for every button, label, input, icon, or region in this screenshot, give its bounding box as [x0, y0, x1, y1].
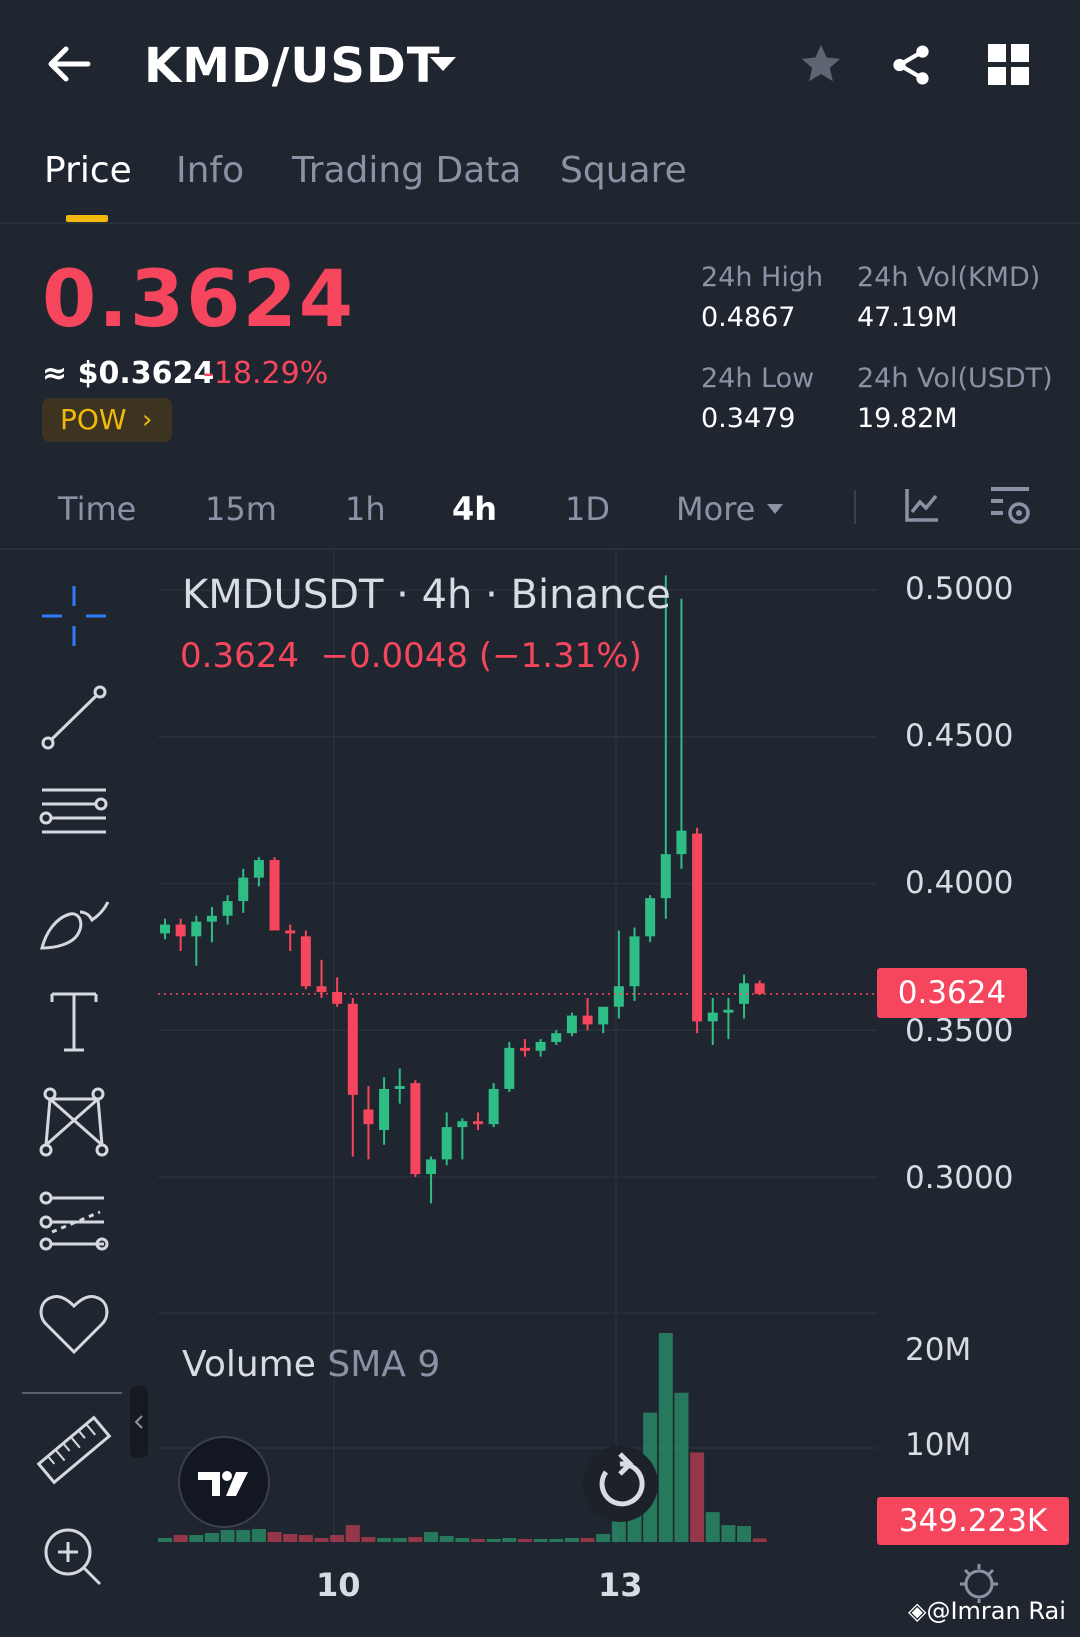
volume-axis-label: 20M: [905, 1332, 972, 1368]
volume-bar: [377, 1538, 392, 1542]
volume-bar: [158, 1538, 172, 1542]
volume-axis-label: 10M: [905, 1427, 972, 1463]
candle-body: [488, 1088, 499, 1125]
volume-bar: [580, 1538, 595, 1542]
candle-body: [551, 1033, 562, 1042]
candle-body: [191, 921, 202, 937]
reset-chart-button[interactable]: [582, 1446, 658, 1522]
candle-body: [222, 901, 233, 916]
candle-body: [175, 924, 186, 937]
candle-body: [253, 860, 264, 878]
volume-bar: [517, 1539, 532, 1542]
tradingview-logo-button[interactable]: [178, 1436, 270, 1528]
candle-body: [160, 924, 170, 934]
volume-label-text: Volume: [182, 1344, 316, 1385]
candle-body: [707, 1012, 718, 1022]
price-axis-label: 0.4000: [905, 865, 1014, 901]
volume-bar: [298, 1535, 313, 1542]
volume-bar: [236, 1530, 251, 1542]
candle-body: [206, 915, 217, 922]
watermark-diamond-icon: ◈: [908, 1597, 927, 1625]
candle-body: [645, 898, 656, 937]
candle-body: [300, 936, 311, 987]
volume-bar: [674, 1392, 689, 1542]
volume-bar: [486, 1539, 501, 1542]
volume-bar: [471, 1539, 485, 1542]
current-price-tag: 0.3624: [877, 968, 1027, 1018]
volume-sma-text: SMA 9: [327, 1344, 441, 1385]
volume-bar: [455, 1538, 470, 1542]
candle-body: [629, 936, 640, 987]
candle-body: [473, 1121, 483, 1125]
price-axis-label: 0.3500: [905, 1013, 1014, 1049]
volume-bar: [596, 1534, 611, 1542]
candle-body: [613, 986, 624, 1007]
volume-bar: [721, 1525, 736, 1542]
candle-body: [363, 1109, 374, 1125]
candle-body: [582, 1015, 593, 1025]
candle-body: [410, 1083, 421, 1175]
chart-title: KMDUSDT · 4h · Binance: [182, 572, 671, 618]
price-axis-label: 0.4500: [905, 718, 1014, 754]
candlestick-chart[interactable]: [0, 0, 1080, 1637]
volume-bar: [345, 1525, 360, 1542]
volume-label: Volume SMA 9: [182, 1344, 440, 1385]
candle-body: [316, 986, 327, 993]
x-axis-label: 13: [598, 1566, 643, 1604]
candle-body: [441, 1127, 452, 1160]
watermark: ◈@Imran Rai: [908, 1597, 1066, 1625]
volume-bar: [267, 1532, 282, 1542]
candle-body: [269, 860, 280, 931]
candle-body: [394, 1086, 405, 1089]
price-axis-label: 0.5000: [905, 571, 1014, 607]
candle-body: [426, 1159, 437, 1175]
volume-bar: [549, 1539, 564, 1542]
x-axis-label: 10: [316, 1566, 361, 1604]
volume-bar: [361, 1537, 376, 1542]
candle-body: [535, 1041, 546, 1051]
candle-body: [457, 1121, 468, 1128]
volume-bar: [502, 1538, 517, 1542]
candle-body: [660, 854, 671, 899]
volume-bar: [439, 1536, 454, 1542]
candle-body: [504, 1047, 515, 1089]
candle-body: [676, 830, 687, 855]
volume-bar: [220, 1530, 235, 1542]
volume-bar: [204, 1533, 219, 1542]
candle-body: [379, 1088, 390, 1131]
price-axis-label: 0.3000: [905, 1160, 1014, 1196]
candle-body: [566, 1015, 577, 1034]
volume-bar: [283, 1534, 298, 1542]
volume-bar: [189, 1535, 204, 1542]
volume-bar: [173, 1535, 188, 1542]
volume-bar: [533, 1539, 548, 1542]
volume-bar: [424, 1532, 439, 1542]
current-volume-tag: 349.223K: [877, 1497, 1069, 1545]
reset-icon: [599, 1452, 645, 1507]
volume-bar: [737, 1526, 752, 1542]
candle-body: [723, 1009, 734, 1013]
volume-bar: [705, 1512, 720, 1542]
volume-bar: [392, 1538, 407, 1542]
volume-bar: [658, 1333, 673, 1542]
tradingview-logo-icon: [198, 1471, 248, 1496]
volume-bar: [330, 1535, 345, 1542]
watermark-text: @Imran Rai: [926, 1597, 1066, 1625]
candle-body: [519, 1047, 530, 1051]
volume-bar: [408, 1537, 423, 1542]
candle-body: [347, 1003, 358, 1095]
candle-body: [238, 877, 249, 902]
volume-bar: [752, 1538, 767, 1542]
volume-bar: [690, 1452, 705, 1542]
candle-body: [598, 1006, 609, 1025]
volume-bar: [251, 1529, 266, 1542]
candle-body: [285, 930, 296, 934]
volume-bar: [564, 1538, 579, 1542]
chart-ohlc: 0.3624 −0.0048 (−1.31%): [180, 636, 642, 676]
volume-bar: [314, 1538, 329, 1542]
candle-body: [754, 983, 765, 994]
